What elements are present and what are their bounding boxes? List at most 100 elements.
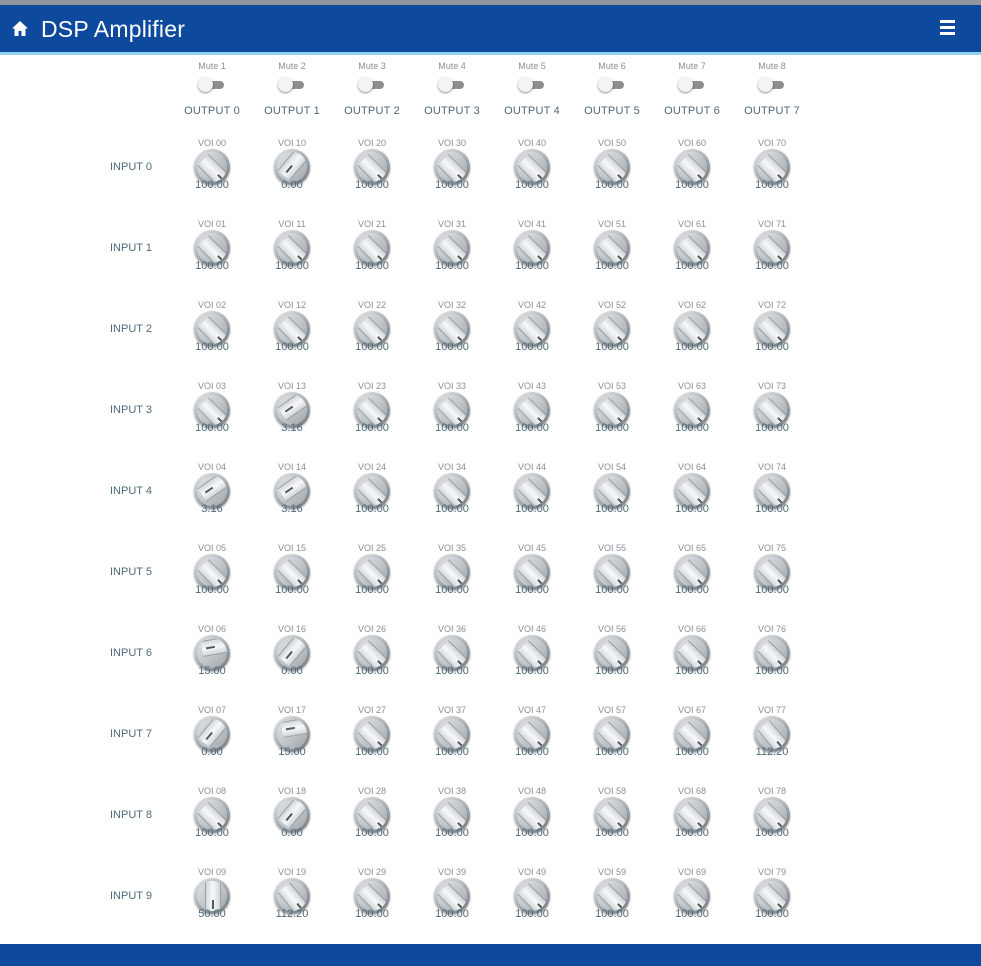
volume-knob-cell: VOI 45 100.00	[502, 543, 562, 597]
knob-label: VOI 31	[437, 219, 466, 229]
input-label: INPUT 2	[110, 323, 152, 335]
mute-switch[interactable]	[518, 76, 546, 92]
knob-value: 100.00	[435, 422, 469, 434]
volume-knob-cell: VOI 06 15.00	[182, 624, 242, 678]
knob-label: VOI 57	[597, 705, 626, 715]
knob-value: 100.00	[675, 260, 709, 272]
input-label: INPUT 0	[110, 161, 152, 173]
knob-value: 100.00	[515, 665, 549, 677]
input-label: INPUT 4	[110, 485, 152, 497]
knob-face	[517, 638, 547, 668]
knob-face	[517, 314, 547, 344]
mute-switch[interactable]	[278, 76, 306, 92]
knob-face	[357, 881, 387, 911]
volume-knob-cell: VOI 72 100.00	[742, 300, 802, 354]
knob-label: VOI 60	[677, 138, 706, 148]
volume-knob-cell: VOI 27 100.00	[342, 705, 402, 759]
knob-label: VOI 41	[517, 219, 546, 229]
knob-label: VOI 48	[517, 786, 546, 796]
knob-face	[277, 395, 307, 425]
mute-switch[interactable]	[358, 76, 386, 92]
switch-thumb	[358, 77, 373, 92]
knob-label: VOI 74	[757, 462, 786, 472]
volume-knob-cell: VOI 22 100.00	[342, 300, 402, 354]
knob-label: VOI 11	[278, 219, 306, 229]
input-label: INPUT 3	[110, 404, 152, 416]
mute-label: Mute 6	[598, 61, 626, 71]
knob-indicator	[437, 802, 467, 830]
knob-indicator	[277, 316, 307, 344]
knob-value: 100.00	[355, 503, 389, 515]
knob-indicator	[357, 316, 387, 344]
switch-thumb	[518, 77, 533, 92]
knob-indicator	[357, 559, 387, 587]
knob-face	[677, 638, 707, 668]
volume-knob-cell: VOI 35 100.00	[422, 543, 482, 597]
knob-face	[277, 557, 307, 587]
switch-thumb	[678, 77, 693, 92]
mute-switch[interactable]	[198, 76, 226, 92]
knob-indicator	[517, 721, 547, 749]
knob-label: VOI 10	[277, 138, 306, 148]
knob-label: VOI 36	[437, 624, 466, 634]
mute-switch[interactable]	[598, 76, 626, 92]
knob-indicator	[437, 721, 467, 749]
knob-label: VOI 09	[197, 867, 226, 877]
volume-knob-cell: VOI 33 100.00	[422, 381, 482, 435]
volume-knob-cell: VOI 78 100.00	[742, 786, 802, 840]
knob-label: VOI 56	[597, 624, 626, 634]
mute-switch[interactable]	[438, 76, 466, 92]
knob-face	[597, 638, 627, 668]
knob-face	[277, 719, 307, 749]
knob-value: 100.00	[195, 179, 229, 191]
knob-indicator	[597, 397, 627, 425]
knob-face	[277, 881, 307, 911]
output-label: OUTPUT 3	[424, 105, 480, 117]
input-label: INPUT 8	[110, 809, 152, 821]
knob-face	[277, 638, 307, 668]
knob-indicator	[277, 800, 307, 829]
mute-label: Mute 4	[438, 61, 466, 71]
knob-label: VOI 58	[597, 786, 626, 796]
knob-face	[757, 557, 787, 587]
switch-thumb	[198, 77, 213, 92]
volume-knob-cell: VOI 74 100.00	[742, 462, 802, 516]
knob-value: 100.00	[195, 422, 229, 434]
mute-switch[interactable]	[678, 76, 706, 92]
knob-label: VOI 51	[597, 219, 626, 229]
mute-switch[interactable]	[758, 76, 786, 92]
knob-label: VOI 72	[757, 300, 786, 310]
home-icon[interactable]	[10, 19, 30, 39]
volume-knob-cell: VOI 50 100.00	[582, 138, 642, 192]
knob-indicator	[757, 154, 787, 182]
mute-toggle-5: Mute 5	[502, 60, 562, 92]
knob-label: VOI 06	[197, 624, 226, 634]
knob-indicator	[280, 719, 307, 738]
knob-face	[437, 719, 467, 749]
knob-face	[437, 881, 467, 911]
knob-value: 100.00	[675, 665, 709, 677]
knob-value: 100.00	[515, 422, 549, 434]
knob-value: 100.00	[435, 179, 469, 191]
volume-knob-cell: VOI 46 100.00	[502, 624, 562, 678]
knob-label: VOI 27	[357, 705, 386, 715]
knob-value: 100.00	[595, 260, 629, 272]
knob-face	[757, 800, 787, 830]
volume-knob-cell: VOI 52 100.00	[582, 300, 642, 354]
menu-icon[interactable]	[940, 20, 958, 38]
knob-value: 100.00	[595, 179, 629, 191]
knob-face	[757, 638, 787, 668]
knob-indicator	[757, 397, 787, 425]
volume-knob-cell: VOI 57 100.00	[582, 705, 642, 759]
volume-knob-cell: VOI 54 100.00	[582, 462, 642, 516]
knob-value: 15.00	[278, 746, 306, 758]
knob-value: 100.00	[355, 746, 389, 758]
volume-knob-cell: VOI 03 100.00	[182, 381, 242, 435]
input-label: INPUT 1	[110, 242, 152, 254]
knob-indicator	[437, 883, 467, 911]
volume-knob-cell: VOI 13 3.16	[262, 381, 322, 435]
volume-knob-cell: VOI 21 100.00	[342, 219, 402, 273]
volume-knob-cell: VOI 19 112.20	[262, 867, 322, 921]
knob-indicator	[677, 397, 707, 425]
knob-indicator	[677, 883, 707, 911]
